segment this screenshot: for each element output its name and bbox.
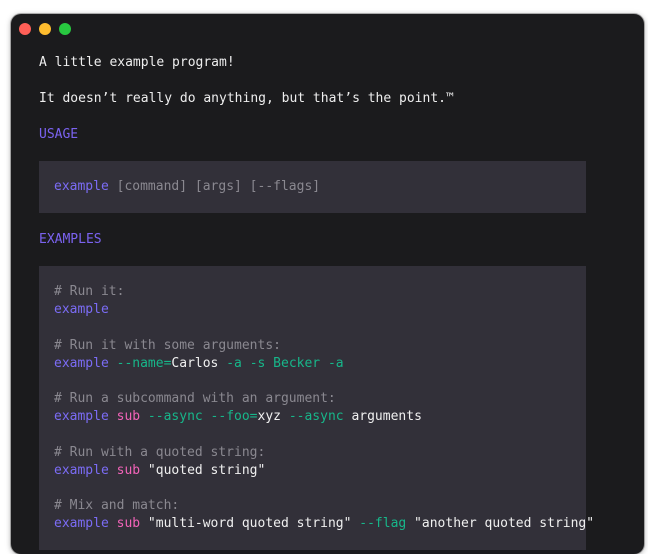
example-3-async-flag: --async bbox=[281, 409, 344, 424]
example-5-string-2: "another quoted string" bbox=[406, 516, 595, 531]
usage-program: example bbox=[54, 179, 109, 194]
example-4-program: example bbox=[54, 462, 109, 478]
maximize-button[interactable] bbox=[59, 23, 71, 35]
terminal-window: A little example program! It doesn’t rea… bbox=[11, 14, 644, 554]
intro-line-2: It doesn’t really do anything, but that’… bbox=[39, 91, 454, 106]
example-5-command: example sub "multi-word quoted string" -… bbox=[54, 515, 594, 533]
example-3-comment: # Run a subcommand with an argument: bbox=[54, 391, 336, 406]
example-5-flag: --flag bbox=[351, 516, 407, 531]
examples-code-block: # Run it: example # Run it with some arg… bbox=[39, 266, 594, 550]
example-3-subcommand: sub bbox=[108, 409, 141, 424]
close-button[interactable] bbox=[19, 23, 31, 35]
usage-line: example [command] [args] [--flags] bbox=[54, 178, 586, 196]
example-2-command: example --name=Carlos -a -s Becker -a bbox=[54, 355, 586, 373]
usage-heading: USAGE bbox=[39, 127, 79, 142]
example-1-program: example bbox=[54, 302, 109, 317]
example-5-string-1: "multi-word quoted string" bbox=[140, 516, 352, 531]
terminal-output: A little example program! It doesn’t rea… bbox=[39, 54, 599, 554]
example-1-command: example bbox=[54, 301, 586, 319]
intro-line-1: A little example program! bbox=[39, 55, 235, 70]
example-3-program: example bbox=[54, 409, 109, 424]
example-4-string: "quoted string" bbox=[140, 462, 266, 478]
example-3-flags: --async --foo= bbox=[140, 409, 258, 424]
usage-code-block: example [command] [args] [--flags] bbox=[39, 161, 586, 213]
example-2-comment: # Run it with some arguments: bbox=[54, 337, 281, 353]
example-2-flags: -a -s Becker -a bbox=[218, 355, 344, 371]
examples-heading: EXAMPLES bbox=[39, 232, 102, 247]
example-3-command: example sub --async --foo=xyz --async ar… bbox=[54, 408, 586, 426]
example-3-arguments: arguments bbox=[343, 409, 422, 424]
example-2-name-flag: --name= bbox=[108, 355, 172, 371]
example-1-comment: # Run it: bbox=[54, 284, 125, 299]
example-5-program: example bbox=[54, 516, 109, 531]
usage-args: [command] [args] [--flags] bbox=[108, 179, 321, 194]
example-5-subcommand: sub bbox=[108, 516, 141, 531]
minimize-button[interactable] bbox=[39, 23, 51, 35]
example-4-subcommand: sub bbox=[108, 462, 141, 478]
example-2-name-value: Carlos bbox=[171, 355, 219, 371]
example-4-comment: # Run with a quoted string: bbox=[54, 444, 266, 460]
example-3-foo-value: xyz bbox=[257, 409, 281, 424]
example-2-program: example bbox=[54, 355, 109, 371]
example-4-command: example sub "quoted string" bbox=[54, 462, 586, 480]
example-5-comment: # Mix and match: bbox=[54, 498, 180, 513]
